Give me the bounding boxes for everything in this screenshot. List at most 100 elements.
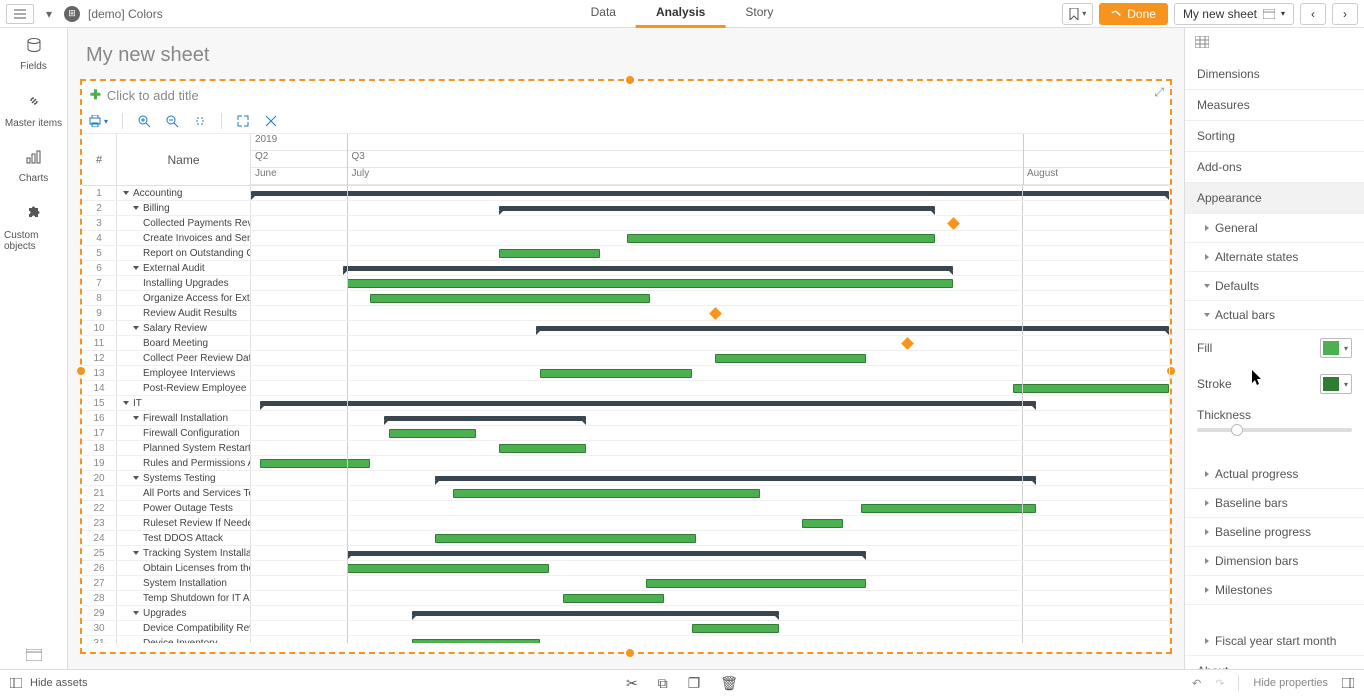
task-bar[interactable] [260, 459, 370, 468]
viz-title[interactable]: ✚ Click to add title [82, 81, 1170, 109]
props-addons[interactable]: Add-ons [1185, 152, 1364, 183]
task-bar[interactable] [370, 294, 650, 303]
fill-color-picker[interactable]: ▾ [1320, 338, 1352, 358]
zoom-in-tool[interactable] [137, 114, 151, 128]
gantt-row[interactable]: 3Collected Payments Review [82, 216, 1170, 231]
assets-master-items[interactable]: Master items [0, 83, 67, 140]
resize-handle-bottom[interactable] [626, 649, 634, 657]
prev-sheet-button[interactable]: ‹ [1300, 3, 1326, 25]
resize-handle-top[interactable] [626, 76, 634, 84]
sub-general[interactable]: General [1185, 214, 1364, 243]
task-bar[interactable] [1013, 384, 1169, 393]
sub-milestones[interactable]: Milestones [1185, 576, 1364, 605]
gantt-row[interactable]: 29Upgrades [82, 606, 1170, 621]
expand-tool[interactable] [236, 114, 250, 128]
sub-defaults[interactable]: Defaults [1185, 272, 1364, 301]
props-sorting[interactable]: Sorting [1185, 121, 1364, 152]
summary-bar[interactable] [347, 551, 866, 556]
sub-dimension-bars[interactable]: Dimension bars [1185, 547, 1364, 576]
gantt-row[interactable]: 9Review Audit Results [82, 306, 1170, 321]
gantt-row[interactable]: 25Tracking System Installation [82, 546, 1170, 561]
gantt-row[interactable]: 23Ruleset Review If Needed [82, 516, 1170, 531]
paste-tool[interactable]: ❐ [688, 675, 701, 692]
task-bar[interactable] [692, 624, 779, 633]
milestone-marker[interactable] [947, 217, 960, 230]
summary-bar[interactable] [384, 416, 586, 421]
gantt-row[interactable]: 6External Audit [82, 261, 1170, 276]
tab-story[interactable]: Story [725, 0, 793, 28]
task-bar[interactable] [347, 564, 549, 573]
sub-fiscal[interactable]: Fiscal year start month [1185, 627, 1364, 656]
undo-tool[interactable]: ↶ [1192, 677, 1201, 690]
milestone-marker[interactable] [709, 307, 722, 320]
task-bar[interactable] [499, 249, 600, 258]
gantt-row[interactable]: 28Temp Shutdown for IT Audit [82, 591, 1170, 606]
gantt-row[interactable]: 16Firewall Installation [82, 411, 1170, 426]
gantt-row[interactable]: 27System Installation [82, 576, 1170, 591]
breadcrumb-icon[interactable] [1185, 28, 1364, 59]
props-dimensions[interactable]: Dimensions [1185, 59, 1364, 90]
gantt-row[interactable]: 26Obtain Licenses from the Vendor [82, 561, 1170, 576]
task-bar[interactable] [412, 639, 541, 643]
gantt-row[interactable]: 13Employee Interviews [82, 366, 1170, 381]
task-bar[interactable] [453, 489, 761, 498]
gantt-row[interactable]: 11Board Meeting [82, 336, 1170, 351]
collapse-tool[interactable] [264, 114, 278, 128]
copy-tool[interactable]: ⧉ [658, 675, 668, 692]
task-bar[interactable] [435, 534, 697, 543]
sub-alternate-states[interactable]: Alternate states [1185, 243, 1364, 272]
expand-icon[interactable]: ⤢ [1154, 85, 1164, 100]
done-button[interactable]: Done [1099, 3, 1168, 25]
assets-custom-objects[interactable]: Custom objects [0, 195, 67, 263]
gantt-row[interactable]: 20Systems Testing [82, 471, 1170, 486]
summary-bar[interactable] [499, 206, 935, 211]
menu-button[interactable] [6, 4, 34, 24]
gantt-visualization[interactable]: ⤢ ✚ Click to add title ▾ # Name 2019 Q2Q… [80, 79, 1172, 654]
sheet-selector[interactable]: My new sheet ▾ [1174, 3, 1294, 25]
bookmark-button[interactable]: ▾ [1062, 3, 1093, 25]
tab-data[interactable]: Data [571, 0, 636, 28]
gantt-row[interactable]: 4Create Invoices and Send Out [82, 231, 1170, 246]
sub-actual-progress[interactable]: Actual progress [1185, 460, 1364, 489]
delete-tool[interactable]: 🗑 [720, 675, 738, 692]
gantt-row[interactable]: 7Installing Upgrades [82, 276, 1170, 291]
gantt-row[interactable]: 10Salary Review [82, 321, 1170, 336]
gantt-row[interactable]: 21All Ports and Services Tested [82, 486, 1170, 501]
summary-bar[interactable] [260, 401, 1036, 406]
props-about[interactable]: About [1185, 656, 1364, 669]
gantt-row[interactable]: 30Device Compatibility Review [82, 621, 1170, 636]
gantt-row[interactable]: 1Accounting [82, 186, 1170, 201]
task-bar[interactable] [802, 519, 843, 528]
task-bar[interactable] [627, 234, 935, 243]
summary-bar[interactable] [343, 266, 953, 271]
gantt-row[interactable]: 8Organize Access for External Auditors [82, 291, 1170, 306]
props-measures[interactable]: Measures [1185, 90, 1364, 121]
summary-bar[interactable] [251, 191, 1169, 196]
sub-actual-bars[interactable]: Actual bars [1185, 301, 1364, 330]
zoom-out-tool[interactable] [165, 114, 179, 128]
gantt-row[interactable]: 19Rules and Permissions Audit [82, 456, 1170, 471]
task-bar[interactable] [347, 279, 953, 288]
props-appearance[interactable]: Appearance [1185, 183, 1364, 214]
task-bar[interactable] [861, 504, 1035, 513]
gantt-row[interactable]: 15IT [82, 396, 1170, 411]
menu-dropdown[interactable]: ▾ [42, 7, 56, 21]
task-bar[interactable] [389, 429, 476, 438]
summary-bar[interactable] [536, 326, 1169, 331]
task-bar[interactable] [499, 444, 586, 453]
task-bar[interactable] [715, 354, 866, 363]
fit-tool[interactable] [193, 114, 207, 128]
sub-baseline-progress[interactable]: Baseline progress [1185, 518, 1364, 547]
stroke-color-picker[interactable]: ▾ [1320, 374, 1352, 394]
thickness-slider[interactable] [1197, 428, 1352, 432]
task-bar[interactable] [563, 594, 664, 603]
gantt-row[interactable]: 14Post-Review Employee Interviews [82, 381, 1170, 396]
gantt-row[interactable]: 2Billing [82, 201, 1170, 216]
hide-assets-button[interactable]: Hide assets [30, 677, 87, 689]
next-sheet-button[interactable]: › [1332, 3, 1358, 25]
hide-properties-button[interactable]: Hide properties [1253, 677, 1328, 689]
sub-baseline-bars[interactable]: Baseline bars [1185, 489, 1364, 518]
gantt-row[interactable]: 31Device Inventory [82, 636, 1170, 643]
gantt-row[interactable]: 24Test DDOS Attack [82, 531, 1170, 546]
tab-analysis[interactable]: Analysis [636, 0, 725, 28]
